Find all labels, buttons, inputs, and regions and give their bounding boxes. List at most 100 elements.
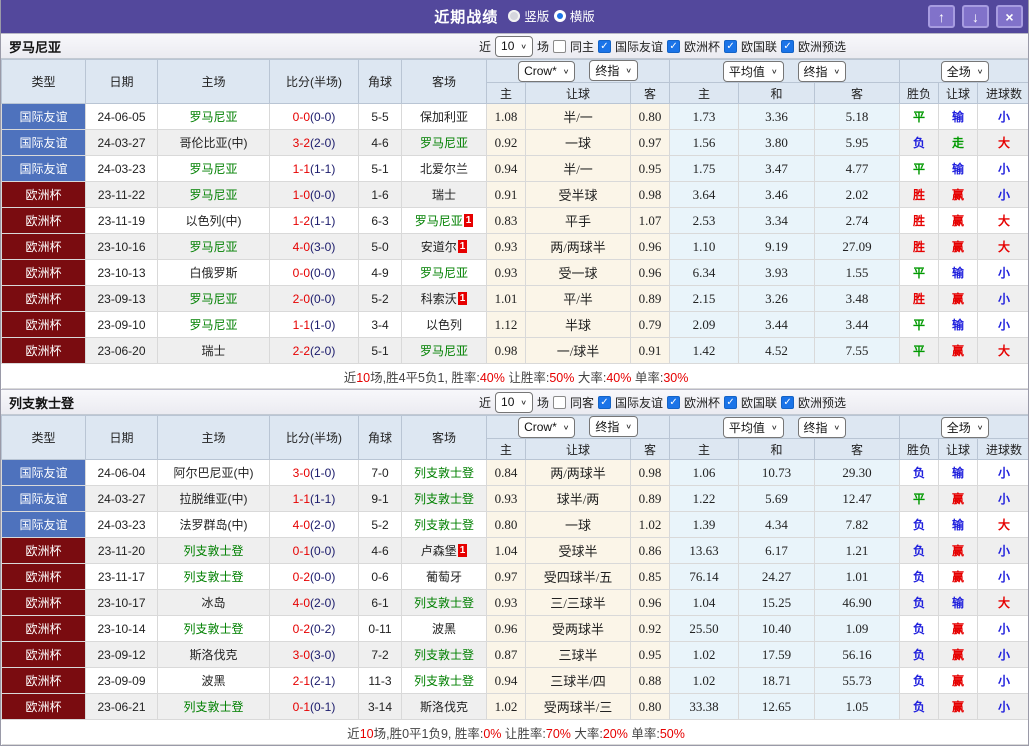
- move-down-button[interactable]: ↓: [962, 5, 989, 28]
- team-text: 罗马尼亚: [419, 136, 468, 150]
- col-header-type: 类型: [1, 415, 86, 460]
- move-up-button[interactable]: ↑: [928, 5, 955, 28]
- avg-home-cell: 1.02: [669, 641, 740, 668]
- team-text: 阿尔巴尼亚(中): [173, 466, 254, 480]
- col-header-date: 日期: [85, 415, 158, 460]
- chevron-down-icon: ∨: [833, 66, 841, 75]
- halftime-score: (0-0): [310, 569, 336, 584]
- away-team-cell: 列支敦士登: [401, 485, 487, 512]
- competition-checkbox-3[interactable]: ✓: [781, 39, 795, 53]
- select-value: Crow*: [524, 64, 557, 79]
- team-text: 罗马尼亚: [189, 318, 238, 332]
- subcol-handicap-result: 让球: [938, 438, 979, 460]
- result-handicap-cell: 赢: [938, 181, 979, 208]
- fulltime-score: 0-0: [292, 265, 310, 280]
- home-team-cell: 列支敦士登: [157, 693, 270, 720]
- result-outcome-cell: 负: [899, 459, 940, 486]
- section-header: 列支敦士登 近 10 ∨ 场同客 ✓ 国际友谊 ✓ 欧洲杯 ✓ 欧国联 ✓ 欧洲预选: [1, 389, 1028, 415]
- layout-radio-horizontal[interactable]: 横版: [553, 6, 595, 25]
- same-venue-label: 同主: [569, 39, 594, 54]
- avg-odds-select[interactable]: 平均值 ∨: [722, 60, 784, 82]
- result-goals-cell: 大: [977, 589, 1028, 616]
- odds-away-cell: 0.88: [629, 667, 671, 694]
- team-text: 列支敦士登: [413, 518, 474, 532]
- result-goals-cell: 小: [977, 181, 1028, 208]
- team-text: 瑞士: [431, 188, 456, 202]
- avg-group-header: 平均值 ∨ 终指 ∨: [669, 415, 901, 439]
- avg-home-cell: 1.73: [669, 103, 740, 130]
- avg-stage-select[interactable]: 终指 ∨: [797, 416, 847, 438]
- competition-label: 欧洲杯: [684, 39, 721, 54]
- note-badge: 1: [463, 214, 474, 227]
- competition-label: 欧洲预选: [798, 39, 847, 54]
- results-table: 类型 日期 主场 比分(半场) 角球 客场 Crow* ∨ 终指 ∨ 平均值 ∨ 终指 ∨ …: [1, 59, 1028, 389]
- summary-segment: 近: [347, 726, 360, 741]
- competition-checkbox-1[interactable]: ✓: [667, 39, 681, 53]
- chevron-down-icon: ∨: [625, 422, 632, 431]
- avg-away-cell: 3.44: [814, 311, 901, 338]
- layout-radio-vertical[interactable]: 竖版: [508, 6, 549, 25]
- odds-provider-select[interactable]: Crow* ∨: [518, 60, 576, 82]
- summary-row: 近10场,胜4平5负1, 胜率:40% 让胜率:50% 大率:40% 单率:30…: [1, 363, 1028, 389]
- odds-stage-select[interactable]: 终指 ∨: [589, 416, 638, 438]
- away-team-cell: 葡萄牙: [401, 563, 487, 590]
- avg-draw-cell: 10.73: [738, 459, 816, 486]
- avg-away-cell: 12.47: [814, 485, 901, 512]
- avg-away-cell: 55.73: [814, 667, 901, 694]
- close-button[interactable]: ×: [996, 5, 1023, 28]
- avg-draw-cell: 3.26: [738, 285, 816, 312]
- away-team-cell: 安道尔 1: [401, 233, 487, 260]
- competition-checkbox-2[interactable]: ✓: [724, 39, 738, 53]
- team-text: 列支敦士登: [183, 570, 244, 584]
- odds-stage-select[interactable]: 终指 ∨: [589, 60, 638, 82]
- corner-cell: 0-11: [358, 615, 402, 642]
- avg-odds-select[interactable]: 平均值 ∨: [722, 416, 784, 438]
- date-cell: 23-09-09: [85, 667, 158, 694]
- recent-count-select[interactable]: 10 ∨: [495, 35, 533, 57]
- away-team-cell: 波黑: [401, 615, 487, 642]
- fulltime-score: 4-0: [292, 595, 310, 610]
- fulltime-score: 4-0: [292, 517, 310, 532]
- same-venue-checkbox[interactable]: [552, 39, 566, 53]
- competition-checkbox-2[interactable]: ✓: [724, 395, 738, 409]
- halftime-score: (2-0): [310, 517, 336, 532]
- subcol-goals: 进球数: [977, 438, 1028, 460]
- competition-checkbox-3[interactable]: ✓: [781, 395, 795, 409]
- halftime-score: (3-0): [310, 239, 336, 254]
- match-row: 欧洲杯 23-09-12 斯洛伐克 3-0(3-0) 7-2 列支敦士登 0.87 三球半 0.…: [1, 641, 1028, 668]
- scope-select[interactable]: 全场 ∨: [940, 416, 990, 438]
- chevron-down-icon: ∨: [770, 66, 778, 75]
- competition-checkbox-0[interactable]: ✓: [598, 39, 611, 53]
- fulltime-score: 1-1: [292, 317, 310, 332]
- scope-select[interactable]: 全场 ∨: [940, 60, 990, 82]
- competition-checkbox-1[interactable]: ✓: [667, 395, 681, 409]
- match-row: 欧洲杯 23-10-14 列支敦士登 0-2(0-2) 0-11 波黑 0.96 受两球半 0.…: [1, 615, 1028, 642]
- team-text: 拉脱维亚(中): [179, 492, 248, 506]
- same-venue-checkbox[interactable]: [552, 395, 566, 409]
- result-outcome-cell: 平: [899, 103, 940, 130]
- avg-stage-select[interactable]: 终指 ∨: [797, 60, 847, 82]
- avg-group-header: 平均值 ∨ 终指 ∨: [669, 59, 901, 83]
- team-text: 北爱尔兰: [419, 162, 468, 176]
- match-row: 欧洲杯 23-09-10 罗马尼亚 1-1(1-0) 3-4 以色列 1.12 半球 0.79 2…: [1, 311, 1028, 338]
- odds-home-cell: 0.98: [486, 337, 526, 364]
- recent-count-select[interactable]: 10 ∨: [495, 391, 533, 413]
- team-section-liechtenstein: 列支敦士登 近 10 ∨ 场同客 ✓ 国际友谊 ✓ 欧洲杯 ✓ 欧国联 ✓ 欧洲预选 类型 日期 主场…: [1, 389, 1028, 745]
- odds-home-cell: 0.83: [486, 207, 526, 234]
- fulltime-score: 3-2: [292, 135, 310, 150]
- odds-home-cell: 0.94: [486, 155, 526, 182]
- away-team-cell: 罗马尼亚 1: [401, 207, 487, 234]
- team-text: 列支敦士登: [183, 700, 244, 714]
- team-text: 保加利亚: [419, 110, 468, 124]
- section-header: 罗马尼亚 近 10 ∨ 场同主 ✓ 国际友谊 ✓ 欧洲杯 ✓ 欧国联 ✓ 欧洲预选: [1, 33, 1028, 59]
- summary-segment: 30%: [663, 370, 689, 385]
- odds-provider-select[interactable]: Crow* ∨: [518, 416, 576, 438]
- competition-type-cell: 国际友谊: [1, 511, 86, 538]
- chevron-down-icon: ∨: [976, 422, 984, 431]
- home-team-cell: 列支敦士登: [157, 563, 270, 590]
- team-text: 冰岛: [201, 596, 226, 610]
- competition-checkbox-0[interactable]: ✓: [598, 395, 611, 409]
- select-value: 终指: [803, 420, 828, 435]
- date-cell: 23-10-14: [85, 615, 158, 642]
- result-outcome-cell: 负: [899, 693, 940, 720]
